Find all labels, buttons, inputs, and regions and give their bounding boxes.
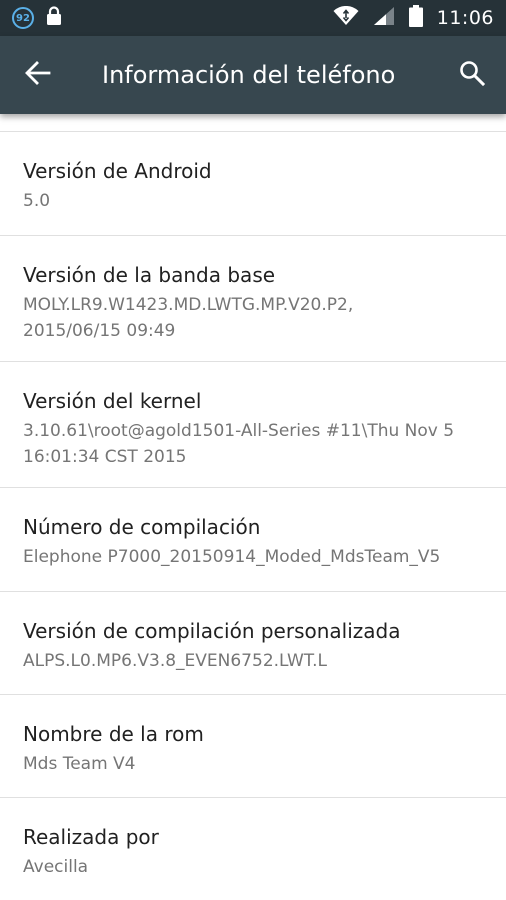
list-item-summary: MOLY.LR9.W1423.MD.LWTG.MP.V20.P2, 2015/0… [23, 295, 354, 341]
list-item-kernel-version[interactable]: Versión del kernel 3.10.61\root@agold150… [0, 362, 506, 488]
list-item-android-version[interactable]: Versión de Android 5.0 [0, 132, 506, 236]
page-title: Información del teléfono [102, 61, 396, 89]
wifi-icon [333, 5, 359, 30]
list-item-summary: Mds Team V4 [23, 754, 136, 774]
list-item-summary: Elephone P7000_20150914_Moded_MdsTeam_V5 [23, 547, 441, 567]
list-item-title: Versión de Android [23, 159, 212, 183]
list-item-build-number[interactable]: Número de compilación Elephone P7000_201… [0, 488, 506, 592]
list-item-summary: ALPS.L0.MP6.V3.8_EVEN6752.LWT.L [23, 651, 327, 671]
list-item-title: Número de compilación [23, 515, 261, 539]
status-bar-notifications: 92 [12, 6, 62, 30]
list-item-title: Realizada por [23, 825, 159, 849]
list-item-title: Versión del kernel [23, 389, 202, 413]
notification-badge: 92 [12, 7, 34, 29]
app-bar: Información del teléfono [0, 36, 506, 114]
list-item-title: Versión de compilación personalizada [23, 619, 401, 643]
back-button[interactable] [20, 57, 56, 93]
list-item-title: Versión de la banda base [23, 263, 276, 287]
list-item-summary: Avecilla [23, 857, 89, 877]
status-bar-system: 11:06 [333, 0, 494, 36]
list-item-title: Nombre de la rom [23, 722, 204, 746]
battery-icon [408, 5, 423, 31]
arrow-back-icon [25, 61, 51, 89]
list-item-baseband-version[interactable]: Versión de la banda base MOLY.LR9.W1423.… [0, 236, 506, 362]
lock-icon [46, 6, 62, 30]
list-item-summary: 3.10.61\root@agold1501-All-Series #11\Th… [23, 421, 455, 467]
status-time: 11:06 [436, 7, 494, 29]
list-item-custom-build-version[interactable]: Versión de compilación personalizada ALP… [0, 592, 506, 695]
settings-list[interactable]: Versión de Android 5.0 Versión de la ban… [0, 114, 506, 900]
signal-icon [373, 6, 395, 30]
screen: 92 11:06 Información del teléfono Versió… [0, 0, 506, 900]
list-item-rom-name[interactable]: Nombre de la rom Mds Team V4 [0, 695, 506, 798]
list-item-summary: 5.0 [23, 191, 51, 211]
search-button[interactable] [454, 57, 490, 93]
list-item-made-by[interactable]: Realizada por Avecilla [0, 798, 506, 900]
status-bar: 92 11:06 [0, 0, 506, 36]
search-icon [459, 60, 486, 90]
